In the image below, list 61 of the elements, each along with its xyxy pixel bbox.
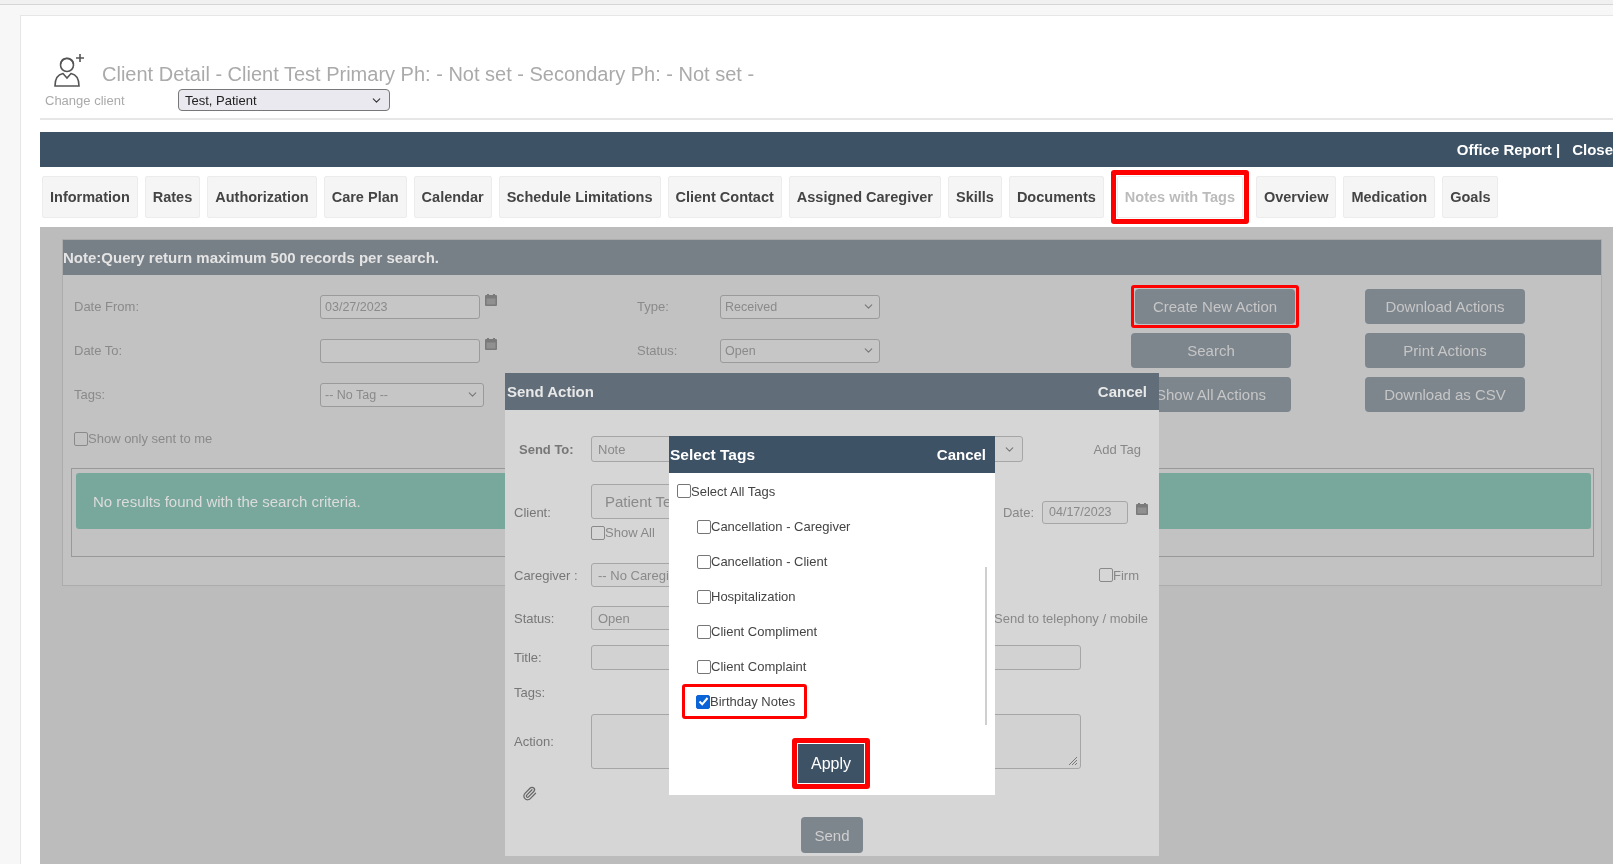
checkbox[interactable] xyxy=(591,525,605,540)
checkbox-label: Firm xyxy=(1113,567,1139,583)
field-label: Tags: xyxy=(514,684,547,700)
field-label: Client: xyxy=(514,504,552,520)
field-label: Title: xyxy=(514,650,543,665)
checkbox[interactable] xyxy=(696,694,710,709)
tab[interactable]: Information xyxy=(42,176,138,218)
tab[interactable]: Skills xyxy=(948,176,1002,218)
field-label: Status: xyxy=(637,343,678,358)
cancel-link[interactable]: Cancel xyxy=(936,446,986,463)
tab[interactable]: Calendar xyxy=(413,176,492,218)
field-label: Date To: xyxy=(74,343,123,358)
tab[interactable]: Overview xyxy=(1255,176,1337,218)
date-field[interactable] xyxy=(320,338,480,363)
checkbox[interactable] xyxy=(1099,568,1113,582)
checkbox[interactable] xyxy=(697,659,711,674)
top-bar-link[interactable]: Office Report | xyxy=(1456,141,1561,158)
checkbox-label: Show only sent to me xyxy=(88,431,213,446)
checkbox-label: Select All Tags xyxy=(691,483,776,499)
tab[interactable]: Schedule Limitations xyxy=(498,176,661,218)
field-label: Action: xyxy=(514,734,555,749)
checkbox[interactable] xyxy=(697,624,711,639)
checkbox-label: Hospitalization xyxy=(711,589,796,604)
calendar-icon xyxy=(485,338,497,350)
paperclip-icon[interactable] xyxy=(522,785,537,801)
field-label: Date From: xyxy=(74,299,139,314)
tab[interactable]: Medication xyxy=(1343,176,1436,218)
checkbox[interactable] xyxy=(697,519,711,534)
field-label: Status: xyxy=(514,610,556,626)
panel-note: Note:Query return maximum 500 records per search. xyxy=(63,240,1601,275)
tab[interactable]: Client Contact xyxy=(667,176,782,218)
tab[interactable]: Goals xyxy=(1442,176,1499,218)
calendar-icon xyxy=(485,294,497,306)
checkbox-label: Birthday Notes xyxy=(710,694,796,709)
tab[interactable]: Assigned Caregiver xyxy=(788,176,941,218)
page-title: Client Detail - Client Test Primary Ph: - Not set - Secondary Ph: - Not set - xyxy=(102,62,755,86)
calendar-icon xyxy=(1136,502,1148,515)
resize-grip-icon xyxy=(1068,756,1078,766)
field-label: Date: xyxy=(1002,504,1034,520)
checkbox-label: Cancellation - Client xyxy=(711,554,828,569)
popup-title: Select Tags xyxy=(670,445,755,464)
telephony-label: Send to telephony / mobile xyxy=(994,610,1148,626)
field-label: Type: xyxy=(637,299,669,314)
field-label: Caregiver : xyxy=(514,567,579,583)
apply-button[interactable]: Apply xyxy=(798,744,864,783)
tab[interactable]: Care Plan xyxy=(323,176,407,218)
tab[interactable]: Authorization xyxy=(207,176,317,218)
checkbox[interactable] xyxy=(74,431,88,446)
field-label: Tags: xyxy=(74,387,106,402)
checkbox[interactable] xyxy=(677,484,691,498)
checkbox-label: Client Compliment xyxy=(711,624,818,639)
tab[interactable]: Rates xyxy=(144,176,201,218)
top-bar-link[interactable]: Close xyxy=(1572,141,1613,158)
client-select[interactable]: Test, Patient xyxy=(178,89,390,111)
checkbox-label: Client Complaint xyxy=(711,659,807,674)
tab[interactable]: Documents xyxy=(1008,176,1104,218)
checkbox[interactable] xyxy=(697,554,711,569)
checkbox[interactable] xyxy=(697,589,711,604)
field-label: Send To: xyxy=(518,441,575,457)
change-client-label: Change client xyxy=(44,92,126,108)
dialog-title: Send Action xyxy=(507,383,594,400)
